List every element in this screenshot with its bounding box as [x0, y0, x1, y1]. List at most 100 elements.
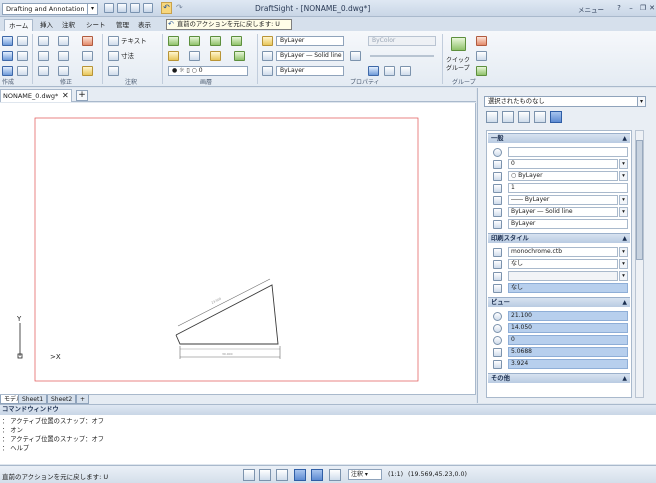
property-value[interactable]: なし — [508, 259, 618, 269]
filter-icon[interactable] — [534, 111, 546, 123]
ortho-icon[interactable] — [276, 469, 288, 481]
chevron-down-icon[interactable]: ▾ — [619, 195, 628, 205]
close-icon[interactable]: ✕ — [62, 91, 69, 101]
quick-group-icon[interactable] — [451, 37, 466, 51]
layer-freeze-icon[interactable] — [168, 51, 179, 61]
section-other[interactable]: その他 ▲ — [488, 373, 630, 383]
tab-add-sheet[interactable]: + — [76, 395, 90, 404]
chevron-down-icon[interactable]: ▾ — [619, 247, 628, 257]
snap-icon[interactable] — [243, 469, 255, 481]
selection-select[interactable]: 選択されたものなし — [484, 96, 640, 107]
property-value[interactable]: ○ ByLayer — [508, 171, 618, 181]
tab-sheet1[interactable]: Sheet1 — [18, 395, 48, 404]
grid-icon[interactable] — [259, 469, 271, 481]
tab-insert[interactable]: 挿入 — [36, 19, 57, 31]
brush-icon[interactable] — [400, 66, 411, 76]
property-value[interactable]: 3.924 — [508, 359, 628, 369]
layer-state-icon[interactable] — [189, 36, 200, 46]
transparency-icon[interactable] — [350, 51, 361, 61]
layer-manager-icon[interactable] — [168, 36, 179, 46]
layer-previous-icon[interactable] — [210, 36, 221, 46]
polyline-icon[interactable] — [2, 51, 13, 61]
tab-sheet[interactable]: シート — [82, 19, 110, 31]
chevron-down-icon[interactable]: ▾ — [619, 159, 628, 169]
property-value[interactable] — [508, 147, 628, 157]
new-file-icon[interactable] — [104, 3, 114, 13]
section-general[interactable]: 一般 ▲ — [488, 133, 630, 143]
move-icon[interactable] — [38, 51, 49, 61]
dimension-tool-label[interactable]: 寸法 — [121, 51, 134, 61]
chevron-down-icon[interactable]: ▾ — [619, 259, 628, 269]
lineweight-select[interactable]: ByLayer — [276, 66, 344, 76]
line-icon[interactable] — [2, 36, 13, 46]
scrollbar-thumb[interactable] — [636, 140, 643, 260]
section-view[interactable]: ビュー ▲ — [488, 297, 630, 307]
array-icon[interactable] — [58, 36, 69, 46]
tab-sheet2[interactable]: Sheet2 — [47, 395, 77, 404]
property-value[interactable]: 21.100 — [508, 311, 628, 321]
copy-icon[interactable] — [38, 66, 49, 76]
hatch-icon[interactable] — [17, 66, 28, 76]
chevron-down-icon[interactable]: ▾ — [619, 171, 628, 181]
circle-icon[interactable] — [2, 66, 13, 76]
command-prompt-line[interactable]: ： ヘルプ — [2, 444, 29, 453]
polar-icon[interactable] — [294, 469, 306, 481]
esnap-icon[interactable] — [311, 469, 323, 481]
property-value[interactable]: ByLayer — [508, 219, 628, 229]
group-edit-icon[interactable] — [476, 36, 487, 46]
trim-icon[interactable] — [82, 51, 93, 61]
property-value[interactable]: なし — [508, 283, 628, 293]
layer-select[interactable]: ● ☼ ▯ ○ 0 — [168, 66, 248, 76]
undo-icon[interactable]: ↶ — [161, 2, 172, 14]
tab-view[interactable]: 表示 — [134, 19, 155, 31]
pen-icon[interactable] — [384, 66, 395, 76]
rectangle-icon[interactable] — [17, 51, 28, 61]
chevron-down-icon[interactable]: ▾ — [619, 207, 628, 217]
arc-icon[interactable] — [17, 36, 28, 46]
layer-lock-icon[interactable] — [189, 51, 200, 61]
text-icon[interactable] — [108, 36, 119, 46]
chevron-down-icon[interactable]: ▾ — [619, 271, 628, 281]
select-icon[interactable] — [38, 36, 49, 46]
property-value[interactable]: ―― ByLayer — [508, 195, 618, 205]
annotation-scale[interactable]: (1:1) — [388, 471, 403, 478]
offset-icon[interactable] — [58, 66, 69, 76]
explode-icon[interactable] — [82, 66, 93, 76]
tab-manage[interactable]: 管理 — [112, 19, 133, 31]
match-properties-icon[interactable] — [262, 36, 273, 46]
help-icon[interactable] — [550, 111, 562, 123]
section-print-style[interactable]: 印刷スタイル ▲ — [488, 233, 630, 243]
erase-icon[interactable] — [82, 36, 93, 46]
color-select[interactable]: ByLayer — [276, 36, 344, 46]
minimize-icon[interactable]: – — [626, 3, 636, 13]
add-document-button[interactable]: + — [76, 90, 88, 101]
layer-match-icon[interactable] — [210, 51, 221, 61]
property-value[interactable]: ByLayer ― Solid line — [508, 207, 618, 217]
save-icon[interactable] — [130, 3, 140, 13]
select-objects-icon[interactable] — [502, 111, 514, 123]
open-folder-icon[interactable] — [117, 3, 127, 13]
quick-select-icon[interactable] — [518, 111, 530, 123]
snap-icon[interactable] — [368, 66, 379, 76]
print-icon[interactable] — [143, 3, 153, 13]
property-value[interactable] — [508, 271, 618, 281]
tab-annotate[interactable]: 注釈 — [58, 19, 79, 31]
help-icon[interactable]: ? — [614, 3, 624, 13]
property-value[interactable]: monochrome.ctb — [508, 247, 618, 257]
group-manager-icon[interactable] — [476, 66, 487, 76]
restore-icon[interactable]: ❐ — [638, 3, 648, 13]
property-value[interactable]: 0 — [508, 159, 618, 169]
transparency-slider[interactable] — [370, 55, 434, 57]
document-tab[interactable]: NONAME_0.dwg* ✕ — [0, 89, 72, 102]
property-value[interactable]: 0 — [508, 335, 628, 345]
workspace-select[interactable]: Drafting and Annotation ▾ — [2, 3, 98, 15]
mirror-icon[interactable] — [58, 51, 69, 61]
checkmark-icon[interactable] — [234, 51, 245, 61]
drawing-canvas[interactable]: 30.000 23.500 Y >X — [0, 103, 476, 394]
property-value[interactable]: 1 — [508, 183, 628, 193]
etrack-icon[interactable] — [329, 469, 341, 481]
table-icon[interactable] — [108, 66, 119, 76]
annotation-select[interactable]: 注釈 ▾ — [348, 469, 382, 480]
linestyle-select[interactable]: ByLayer ― Solid line — [276, 51, 344, 61]
tab-home[interactable]: ホーム — [4, 19, 34, 31]
